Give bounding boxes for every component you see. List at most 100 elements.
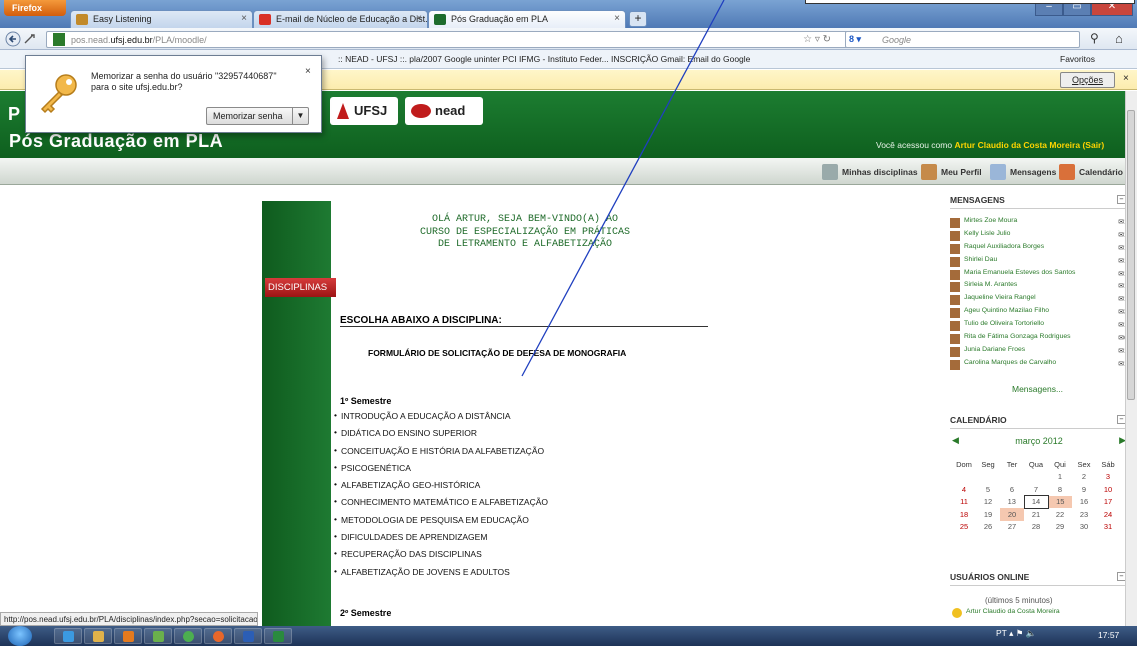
calendar-day[interactable]: 3 xyxy=(1096,471,1120,484)
calendar-day[interactable]: 23 xyxy=(1072,508,1096,521)
taskbar-firefox-icon[interactable] xyxy=(204,628,232,644)
calendar-day[interactable]: 5 xyxy=(976,483,1000,496)
close-tab-icon[interactable]: × xyxy=(241,13,247,24)
menu-mensagens[interactable]: Mensagens xyxy=(988,164,1060,180)
course-link[interactable]: RECUPERAÇÃO DAS DISCIPLINAS xyxy=(334,548,548,566)
message-item[interactable]: Maria Emanuela Esteves dos Santos✉1 xyxy=(950,269,1128,282)
menu-calendario[interactable]: Calendário xyxy=(1057,164,1127,180)
bookmarks-list[interactable]: :: NEAD - UFSJ ::. pla/2007 Google unint… xyxy=(338,54,750,64)
user-name-link[interactable]: Artur Claudio da Costa Moreira xyxy=(954,140,1080,150)
calendar-day[interactable]: 29 xyxy=(1048,521,1072,534)
calendar-day[interactable]: 11 xyxy=(952,496,976,509)
calendar-day[interactable]: 4 xyxy=(952,483,976,496)
message-item[interactable]: Raquel Auxiliadora Borges✉1 xyxy=(950,243,1128,256)
course-link[interactable]: DIFICULDADES DE APRENDIZAGEM xyxy=(334,531,548,549)
calendar-day[interactable]: 27 xyxy=(1000,521,1024,534)
calendar-day[interactable]: 8 xyxy=(1048,483,1072,496)
calendar-month[interactable]: março 2012 xyxy=(952,436,1126,446)
logout-link[interactable]: (Sair) xyxy=(1082,140,1104,150)
message-item[interactable]: Shirlei Dau✉1 xyxy=(950,256,1128,269)
calendar-day[interactable]: 24 xyxy=(1096,508,1120,521)
home-icon[interactable]: ⌂ xyxy=(1115,31,1123,46)
calendar-day[interactable]: 10 xyxy=(1096,483,1120,496)
message-item[interactable]: Kelly Lisle Julio✉1 xyxy=(950,230,1128,243)
course-link[interactable]: CONHECIMENTO MATEMÁTICO E ALFABETIZAÇÃO xyxy=(334,496,548,514)
taskbar-chrome-icon[interactable] xyxy=(174,628,202,644)
options-button[interactable]: Opções xyxy=(1060,72,1115,88)
taskbar-excel-icon[interactable] xyxy=(264,628,292,644)
calendar-day[interactable]: 13 xyxy=(1000,496,1024,509)
message-item[interactable]: Rita de Fátima Gonzaga Rodrigues✉6 xyxy=(950,333,1128,346)
message-item[interactable]: Junia Dariane Froes✉1 xyxy=(950,346,1128,359)
search-input[interactable]: 8 ▾ Google xyxy=(845,31,1080,48)
course-link[interactable]: CONCEITUAÇÃO E HISTÓRIA DA ALFABETIZAÇÃO xyxy=(334,445,548,463)
calendar-day[interactable]: 17 xyxy=(1096,496,1120,509)
new-tab-button[interactable]: + xyxy=(629,11,647,27)
course-link[interactable]: ALFABETIZAÇÃO DE JOVENS E ADULTOS xyxy=(334,566,548,584)
messages-more-link[interactable]: Mensagens... xyxy=(1012,384,1063,394)
close-tab-icon[interactable]: × xyxy=(416,13,422,24)
taskbar-media-icon[interactable] xyxy=(114,628,142,644)
menu-minhas-disciplinas[interactable]: Minhas disciplinas xyxy=(820,164,922,180)
message-item[interactable]: Carolina Marques de Carvalho✉1 xyxy=(950,359,1128,372)
calendar-day[interactable]: 22 xyxy=(1048,508,1072,521)
close-icon[interactable]: × xyxy=(1123,73,1129,84)
system-tray[interactable]: PT ▴ ⚑ 🔈 xyxy=(996,628,1036,639)
message-item[interactable]: Tulio de Oliveira Tortoriello✉1 xyxy=(950,320,1128,333)
message-item[interactable]: Mirtes Zoe Moura✉1 xyxy=(950,217,1128,230)
menu-meu-perfil[interactable]: Meu Perfil xyxy=(919,164,986,180)
disciplinas-tab[interactable]: DISCIPLINAS xyxy=(265,278,336,297)
google-engine-icon[interactable]: 8 ▾ xyxy=(849,34,877,46)
taskbar-ie-icon[interactable] xyxy=(54,628,82,644)
calendar-day[interactable]: 20 xyxy=(1000,508,1024,521)
calendar-day[interactable]: 21 xyxy=(1024,508,1048,521)
firefox-menu-button[interactable]: Firefox xyxy=(4,0,66,16)
monograph-form-link[interactable]: FORMULÁRIO DE SOLICITAÇÃO DE DEFESA DE M… xyxy=(368,348,626,358)
remember-password-button[interactable]: Memorizar senha ▼ xyxy=(206,107,309,125)
course-link[interactable]: INTRODUÇÃO A EDUCAÇÃO A DISTÂNCIA xyxy=(334,410,548,428)
close-icon[interactable]: × xyxy=(305,66,311,77)
back-icon[interactable] xyxy=(5,31,45,47)
calendar-day[interactable]: 18 xyxy=(952,508,976,521)
course-link[interactable]: PSICOGENÉTICA xyxy=(334,462,548,480)
calendar-day[interactable]: 25 xyxy=(952,521,976,534)
message-item[interactable]: Sirleia M. Arantes✉1 xyxy=(950,281,1128,294)
url-bar[interactable]: pos.nead.ufsj.edu.br/PLA/moodle/ ☆ ▿ ↻ xyxy=(46,31,982,48)
message-item[interactable]: Ageu Quintino Mazilao Filho✉3 xyxy=(950,307,1128,320)
taskbar-word-icon[interactable] xyxy=(234,628,262,644)
tab-email[interactable]: E-mail de Núcleo de Educação a Dist... × xyxy=(253,10,428,28)
calendar-day[interactable]: 31 xyxy=(1096,521,1120,534)
ufsj-logo[interactable]: UFSJ xyxy=(330,97,398,125)
start-button[interactable] xyxy=(8,626,32,646)
calendar-day[interactable]: 26 xyxy=(976,521,1000,534)
calendar-day[interactable]: 15 xyxy=(1048,495,1072,508)
taskbar-explorer-icon[interactable] xyxy=(84,628,112,644)
taskbar-clock[interactable]: 17:57 xyxy=(1098,630,1119,640)
chevron-down-icon[interactable]: ▼ xyxy=(292,108,308,124)
message-item[interactable]: Jaqueline Vieira Rangel✉1 xyxy=(950,294,1128,307)
online-user-item[interactable]: Artur Claudio da Costa Moreira xyxy=(952,608,1060,618)
calendar-day[interactable]: 12 xyxy=(976,496,1000,509)
calendar-day[interactable]: 19 xyxy=(976,508,1000,521)
bookmark-star-icon[interactable]: ☆ ▿ ↻ xyxy=(803,34,831,45)
course-link[interactable]: ALFABETIZAÇÃO GEO-HISTÓRICA xyxy=(334,479,548,497)
calendar-day[interactable]: 1 xyxy=(1048,471,1072,484)
calendar-day[interactable]: 2 xyxy=(1072,471,1096,484)
course-link[interactable]: DIDÁTICA DO ENSINO SUPERIOR xyxy=(334,427,548,445)
nead-logo[interactable]: nead xyxy=(405,97,483,125)
calendar-day[interactable]: 9 xyxy=(1072,483,1096,496)
calendar-day[interactable]: 14 xyxy=(1023,495,1049,509)
tab-pos-graduacao[interactable]: Pós Graduação em PLA × xyxy=(428,10,626,28)
calendar-day[interactable]: 30 xyxy=(1072,521,1096,534)
favorites-button[interactable]: Favoritos xyxy=(1060,54,1095,64)
calendar-day[interactable]: 28 xyxy=(1024,521,1048,534)
search-icon[interactable]: ⚲ xyxy=(1090,31,1099,45)
calendar-day[interactable]: 7 xyxy=(1024,483,1048,496)
taskbar-photos-icon[interactable] xyxy=(144,628,172,644)
course-link[interactable]: METODOLOGIA DE PESQUISA EM EDUCAÇÃO xyxy=(334,514,548,532)
site-identity-icon[interactable] xyxy=(53,33,65,46)
tab-easy-listening[interactable]: Easy Listening × xyxy=(70,10,253,28)
scrollbar-thumb[interactable] xyxy=(1127,110,1135,400)
calendar-day[interactable]: 6 xyxy=(1000,483,1024,496)
calendar-day[interactable]: 16 xyxy=(1072,496,1096,509)
